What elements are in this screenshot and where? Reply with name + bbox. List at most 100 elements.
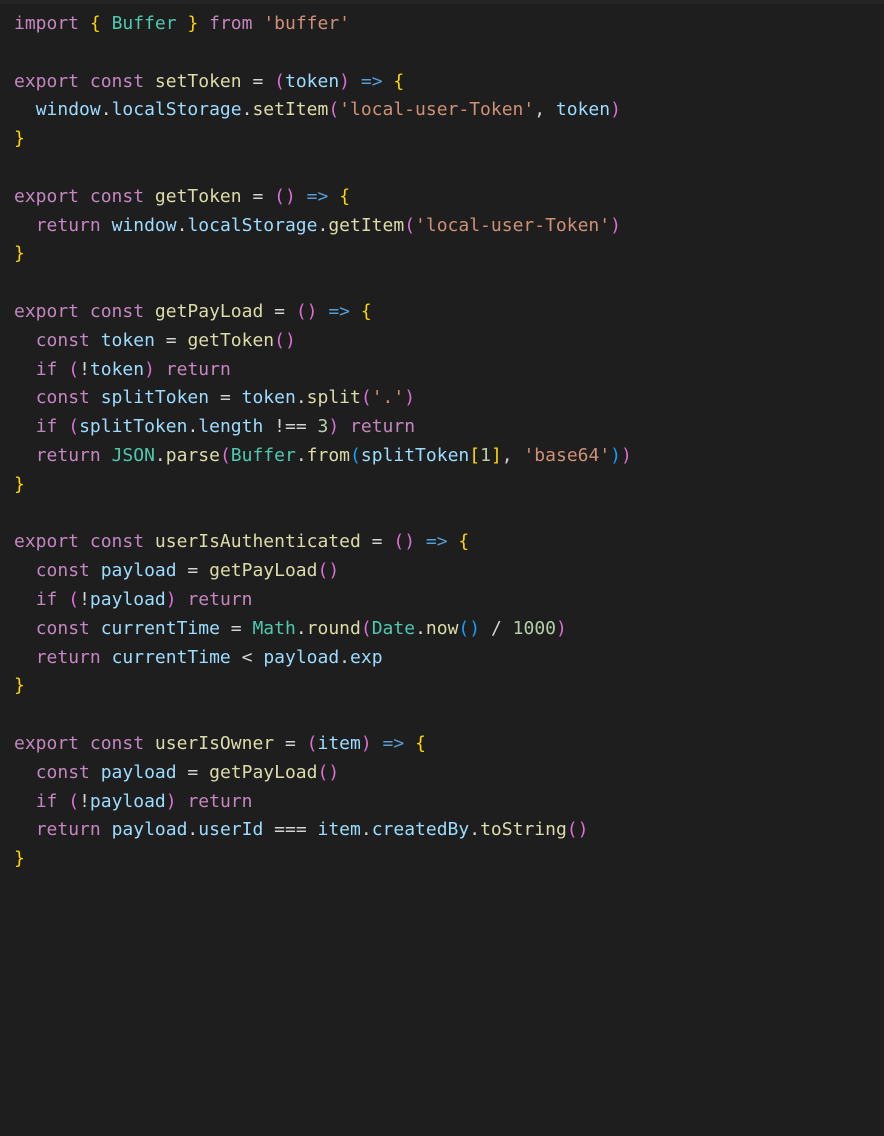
tok-type: Buffer (112, 13, 177, 34)
tok-param: token (285, 71, 339, 92)
tok-keyword: export (14, 71, 79, 92)
tok-brace: } (187, 13, 198, 34)
tok-function: getPayLoad (209, 560, 317, 581)
tok-keyword: return (36, 647, 101, 668)
tok-paren: ( (458, 618, 469, 639)
tok-brace: { (339, 186, 350, 207)
tok-paren: ( (361, 387, 372, 408)
tok-function: toString (480, 819, 567, 840)
tok-operator: = (220, 387, 231, 408)
tok-number: 1 (480, 445, 491, 466)
tok-paren: ) (469, 618, 480, 639)
tok-punctuation: . (187, 416, 198, 437)
tok-identifier: token (242, 387, 296, 408)
tok-function: userIsAuthenticated (155, 531, 361, 552)
tok-keyword: return (36, 215, 101, 236)
code-line: const splitToken = token.split('.') (14, 387, 415, 408)
code-content[interactable]: import { Buffer } from 'buffer' export c… (14, 10, 870, 874)
tok-string: 'buffer' (263, 13, 350, 34)
tok-paren: ( (296, 301, 307, 322)
tok-identifier: splitToken (101, 387, 209, 408)
tok-paren: ( (274, 330, 285, 351)
code-line: } (14, 128, 25, 149)
code-line: if (splitToken.length !== 3) return (14, 416, 415, 437)
tok-identifier: payload (112, 819, 188, 840)
tok-keyword: return (36, 819, 101, 840)
tok-paren: ) (166, 791, 177, 812)
tok-brace: { (393, 71, 404, 92)
tok-type: Math (252, 618, 295, 639)
tok-punctuation: . (296, 445, 307, 466)
code-line: export const getToken = () => { (14, 186, 350, 207)
tok-operator: === (274, 819, 307, 840)
tok-paren: ( (317, 560, 328, 581)
tok-keyword: return (187, 589, 252, 610)
tok-keyword: export (14, 301, 79, 322)
tok-function: getItem (328, 215, 404, 236)
tok-paren: ) (144, 359, 155, 380)
code-editor[interactable]: import { Buffer } from 'buffer' export c… (0, 0, 884, 884)
tok-identifier: currentTime (112, 647, 231, 668)
tok-string: 'base64' (523, 445, 610, 466)
tok-identifier: token (101, 330, 155, 351)
tok-identifier: token (90, 359, 144, 380)
tok-type: Buffer (231, 445, 296, 466)
code-line: } (14, 848, 25, 869)
tok-function: userIsOwner (155, 733, 274, 754)
tok-paren: ( (274, 71, 285, 92)
tok-keyword: const (36, 387, 90, 408)
tok-operator: = (274, 301, 285, 322)
tok-keyword: const (90, 531, 144, 552)
tok-punctuation: , (534, 99, 545, 120)
tok-string: 'local-user-Token' (415, 215, 610, 236)
tok-paren: ) (404, 531, 415, 552)
tok-paren: ( (220, 445, 231, 466)
tok-paren: ) (285, 186, 296, 207)
tok-paren: ) (621, 445, 632, 466)
tok-keyword: return (36, 445, 101, 466)
tok-operator: ! (79, 791, 90, 812)
tok-paren: ( (68, 791, 79, 812)
tok-brace: { (415, 733, 426, 754)
code-line: const payload = getPayLoad() (14, 762, 339, 783)
tok-keyword: export (14, 531, 79, 552)
tok-paren: ) (285, 330, 296, 351)
tok-identifier: window (36, 99, 101, 120)
tok-punctuation: . (469, 819, 480, 840)
code-line: return payload.userId === item.createdBy… (14, 819, 588, 840)
tok-function: setItem (252, 99, 328, 120)
tok-brace: { (90, 13, 101, 34)
tok-keyword: import (14, 13, 79, 34)
tok-function: split (307, 387, 361, 408)
tok-keyword: const (36, 560, 90, 581)
tok-paren: ( (404, 215, 415, 236)
tok-brace: } (14, 675, 25, 696)
tok-paren: ) (610, 445, 621, 466)
tok-punctuation: . (296, 618, 307, 639)
tok-operator: < (242, 647, 253, 668)
tok-keyword: return (187, 791, 252, 812)
tok-keyword: if (36, 416, 58, 437)
tok-identifier: exp (350, 647, 383, 668)
tok-paren: ( (307, 733, 318, 754)
tok-paren: ( (68, 589, 79, 610)
tok-operator: = (252, 71, 263, 92)
tok-paren: ) (404, 387, 415, 408)
code-line: export const getPayLoad = () => { (14, 301, 372, 322)
tok-function: round (307, 618, 361, 639)
tok-identifier: localStorage (112, 99, 242, 120)
tok-operator: = (231, 618, 242, 639)
tok-number: 1000 (513, 618, 556, 639)
tok-arrow: => (328, 301, 350, 322)
tok-bracket: ] (491, 445, 502, 466)
tok-type: Date (372, 618, 415, 639)
tok-paren: ) (339, 71, 350, 92)
editor-topbar (0, 0, 884, 4)
tok-function: from (307, 445, 350, 466)
code-line: export const setToken = (token) => { (14, 71, 404, 92)
tok-keyword: const (90, 71, 144, 92)
tok-number: 3 (318, 416, 329, 437)
code-line: if (!payload) return (14, 791, 252, 812)
code-line: const currentTime = Math.round(Date.now(… (14, 618, 567, 639)
tok-identifier: item (318, 819, 361, 840)
